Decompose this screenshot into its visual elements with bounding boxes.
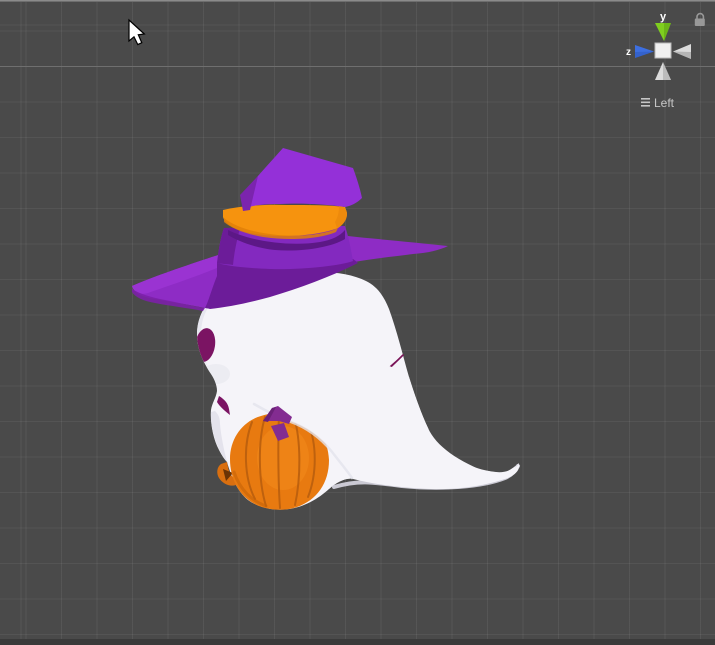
gizmo-y-label: y [660, 11, 667, 23]
lock-icon[interactable] [694, 12, 705, 26]
model-ghost-witch-pumpkin[interactable] [132, 148, 520, 510]
gizmo-center-cube[interactable] [654, 42, 672, 59]
witch-hat [132, 148, 448, 311]
gizmo-z-axis-cone[interactable] [635, 45, 654, 58]
scene-viewport[interactable]: y z Left [0, 0, 715, 645]
gizmo-right-axis-cone[interactable] [673, 44, 691, 59]
scene-gizmo[interactable]: y z Left [626, 11, 705, 110]
mouse-cursor [128, 18, 146, 46]
hat-cone [241, 148, 362, 210]
gizmo-y-axis-cone[interactable] [655, 23, 671, 41]
hamburger-menu-icon[interactable] [641, 98, 650, 107]
gizmo-view-label[interactable]: Left [654, 96, 675, 110]
gizmo-bottom-axis-cone[interactable] [655, 62, 671, 80]
gizmo-z-label: z [626, 47, 631, 58]
ghost-chin-shade [202, 364, 230, 384]
